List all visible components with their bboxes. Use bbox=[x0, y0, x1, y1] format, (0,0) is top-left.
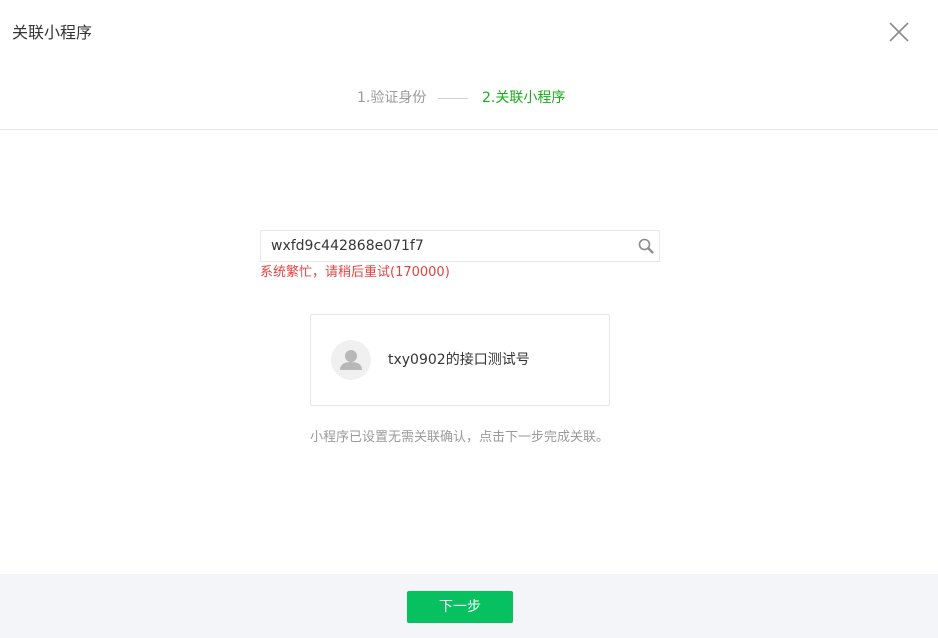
appid-search-box bbox=[260, 230, 660, 262]
account-card: txy0902的接口测试号 bbox=[310, 314, 610, 406]
step-indicator: 1.验证身份 2.关联小程序 bbox=[0, 88, 938, 108]
account-name: txy0902的接口测试号 bbox=[388, 352, 530, 368]
link-miniprogram-dialog: 关联小程序 1.验证身份 2.关联小程序 系统繁忙，请稍后重试(170000) bbox=[0, 0, 938, 638]
dialog-title: 关联小程序 bbox=[12, 23, 93, 42]
appid-search-input[interactable] bbox=[261, 231, 631, 261]
link-tip: 小程序已设置无需关联确认，点击下一步完成关联。 bbox=[310, 430, 610, 445]
avatar bbox=[331, 340, 371, 380]
next-step-button[interactable]: 下一步 bbox=[407, 591, 513, 623]
error-message: 系统繁忙，请稍后重试(170000) bbox=[260, 265, 450, 280]
search-icon bbox=[638, 238, 654, 254]
close-icon bbox=[889, 22, 909, 42]
search-button[interactable] bbox=[637, 237, 655, 255]
dialog-footer: 下一步 bbox=[0, 574, 938, 638]
close-button[interactable] bbox=[888, 21, 910, 43]
step-verify-identity: 1.验证身份 bbox=[357, 90, 427, 106]
step-connector bbox=[438, 98, 468, 99]
header-divider bbox=[0, 129, 938, 130]
default-avatar-icon bbox=[340, 350, 362, 370]
step-link-miniprogram: 2.关联小程序 bbox=[482, 90, 566, 106]
